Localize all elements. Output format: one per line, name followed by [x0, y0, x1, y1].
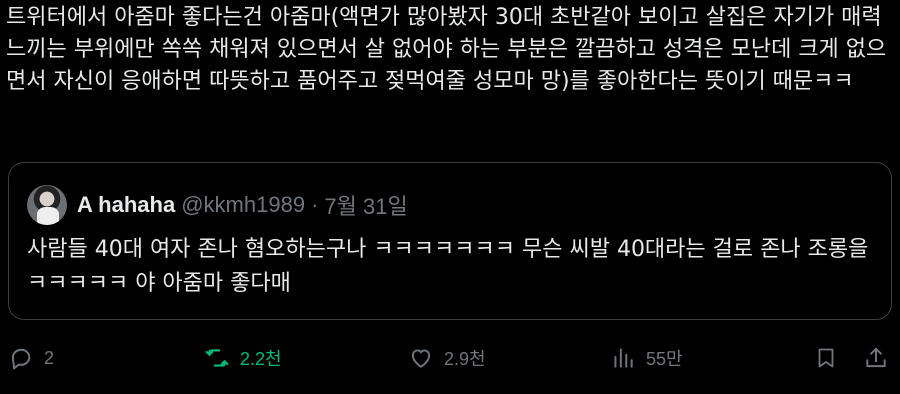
speech-bubble-icon: [11, 348, 31, 370]
quoted-tweet-date[interactable]: 7월 31일: [324, 189, 407, 221]
tweet-text: 트위터에서 아줌마 좋다는건 아줌마(액면가 많아봤자 30대 초반같아 보이고…: [6, 5, 889, 94]
tweet-action-bar: 2 2.2천 2.9천 55만: [0, 336, 900, 380]
quoted-tweet-header: A hahaha @kkmh1989 · 7월 31일: [27, 183, 408, 227]
views-count: 55만: [646, 349, 683, 369]
quoted-tweet-card[interactable]: A hahaha @kkmh1989 · 7월 31일 사람들 40대 여자 존…: [8, 162, 892, 320]
like-button[interactable]: 2.9천: [408, 342, 486, 374]
views-button[interactable]: 55만: [610, 342, 683, 374]
reply-button[interactable]: 2: [8, 342, 54, 374]
quoted-author-handle[interactable]: @kkmh1989: [181, 192, 305, 218]
share-upload-icon: [866, 347, 886, 368]
avatar[interactable]: [27, 185, 67, 225]
bookmark-icon: [818, 348, 834, 368]
quoted-tweet-text: 사람들 40대 여자 존나 혐오하는구나 ㅋㅋㅋㅋㅋㅋㅋ 무슨 씨발 40대라는…: [27, 237, 876, 296]
quoted-author-name[interactable]: A hahaha: [77, 192, 175, 218]
reply-count: 2: [44, 347, 55, 368]
retweet-arrows-icon: [205, 349, 229, 367]
heart-icon: [411, 349, 431, 368]
meta-separator: ·: [311, 192, 319, 217]
bar-chart-icon: [614, 348, 633, 368]
share-button[interactable]: [860, 342, 892, 374]
bookmark-button[interactable]: [810, 342, 842, 374]
retweet-button[interactable]: 2.2천: [204, 342, 282, 374]
like-count: 2.9천: [444, 349, 486, 369]
retweet-count: 2.2천: [240, 349, 282, 369]
